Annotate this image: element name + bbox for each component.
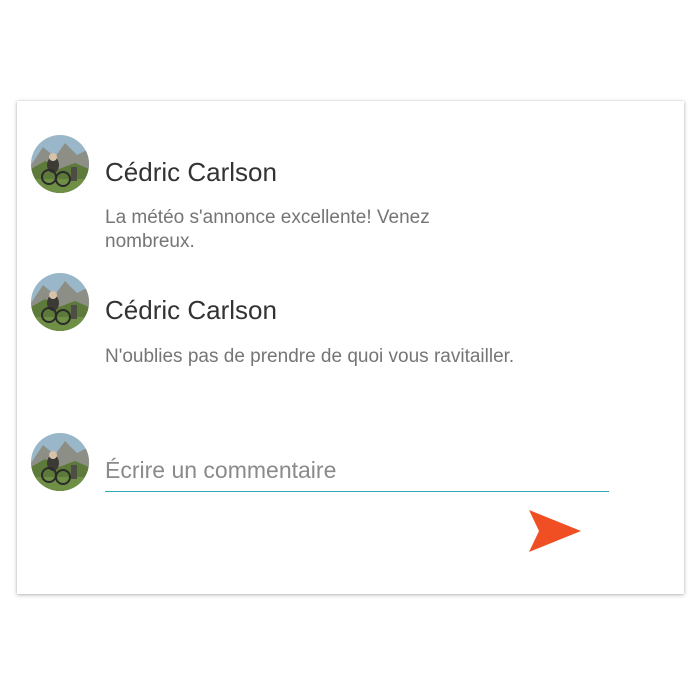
avatar-photo bbox=[31, 273, 89, 331]
comment-text: La météo s'annonce excellente! Venez nom… bbox=[105, 207, 430, 252]
avatar-photo bbox=[31, 433, 89, 491]
comment-author: Cédric Carlson bbox=[105, 157, 277, 187]
comment-input[interactable] bbox=[105, 449, 609, 491]
comment-input-wrapper bbox=[105, 449, 609, 492]
send-icon bbox=[529, 510, 581, 552]
avatar bbox=[31, 273, 89, 331]
comment-text: N'oublies pas de prendre de quoi vous ra… bbox=[105, 346, 515, 367]
comment-author: Cédric Carlson bbox=[105, 295, 277, 325]
current-user-avatar bbox=[31, 433, 89, 491]
send-button[interactable] bbox=[527, 508, 585, 554]
avatar bbox=[31, 135, 89, 193]
comments-card: Cédric Carlson La météo s'annonce excell… bbox=[17, 101, 684, 594]
avatar-photo bbox=[31, 135, 89, 193]
